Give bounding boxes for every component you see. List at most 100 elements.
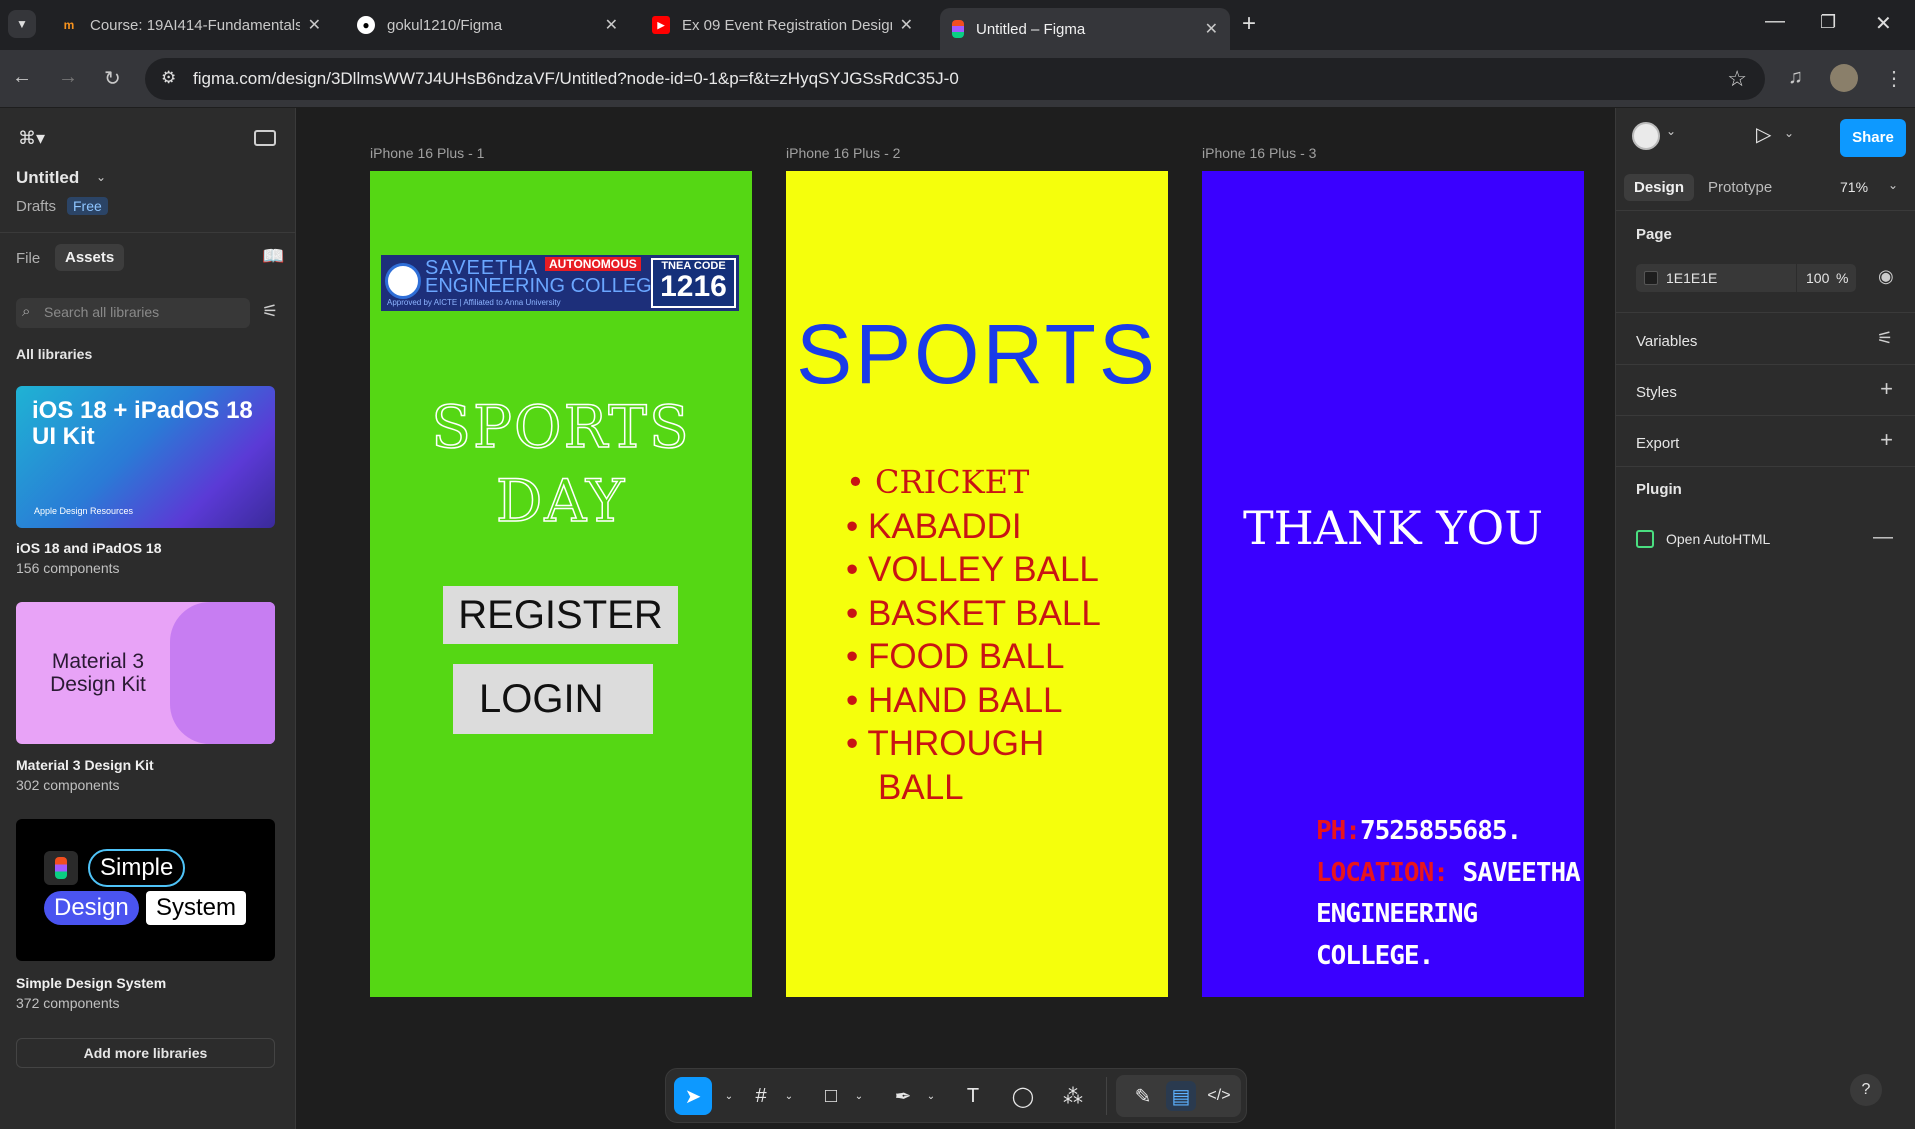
close-window-icon[interactable]: ✕ bbox=[1875, 11, 1892, 36]
page-color-swatch[interactable] bbox=[1644, 271, 1658, 285]
page-color-field[interactable]: 1E1E1E 100 % bbox=[1636, 264, 1856, 292]
tab-design[interactable]: Design bbox=[1624, 174, 1695, 201]
file-name[interactable]: Untitled bbox=[16, 168, 79, 188]
drafts-label[interactable]: Drafts bbox=[16, 198, 56, 215]
frame-label[interactable]: iPhone 16 Plus - 3 bbox=[1202, 145, 1316, 161]
bookmark-star-icon[interactable]: ☆ bbox=[1727, 66, 1747, 92]
library-book-icon[interactable]: 📖 bbox=[262, 246, 284, 267]
library-name[interactable]: iOS 18 and iPadOS 18 bbox=[16, 540, 162, 556]
pen-tool-chevron-icon[interactable]: ⌄ bbox=[916, 1081, 946, 1111]
shape-tool-chevron-icon[interactable]: ⌄ bbox=[844, 1081, 874, 1111]
search-input[interactable]: ⌕ Search all libraries bbox=[16, 298, 250, 328]
plugin-section-label: Plugin bbox=[1636, 481, 1682, 498]
browser-tab-course[interactable]: m Course: 19AI414-Fundamentals ✕ bbox=[48, 8, 333, 42]
remove-plugin-icon[interactable]: — bbox=[1873, 526, 1893, 549]
library-card-simple[interactable]: Simple Design System bbox=[16, 819, 275, 961]
pen-tool-icon[interactable]: ✒ bbox=[888, 1081, 918, 1111]
add-more-libraries-button[interactable]: Add more libraries bbox=[16, 1038, 275, 1068]
library-card-title: Material 3 Design Kit bbox=[50, 650, 146, 697]
design-canvas[interactable]: iPhone 16 Plus - 1 SAVEETHA ENGINEERING … bbox=[297, 108, 1615, 1129]
zoom-chevron-icon[interactable]: ⌄ bbox=[1888, 178, 1898, 192]
left-panel: ⌘▾ Untitled ⌄ Drafts Free File Assets 📖 … bbox=[0, 108, 296, 1129]
close-tab-icon[interactable]: ✕ bbox=[900, 15, 913, 35]
location-line-2: ENGINEERING COLLEGE. bbox=[1316, 899, 1478, 971]
export-label[interactable]: Export bbox=[1636, 435, 1679, 452]
all-libraries-heading: All libraries bbox=[16, 346, 93, 362]
frame-iphone-2[interactable]: SPORTS • CRICKET • KABADDI • VOLLEY BALL… bbox=[786, 171, 1168, 997]
page-section-label: Page bbox=[1636, 226, 1672, 243]
draw-mode-icon[interactable]: ✎ bbox=[1128, 1081, 1158, 1111]
tab-list-chevron-icon[interactable]: ▼ bbox=[8, 10, 36, 38]
close-tab-icon[interactable]: ✕ bbox=[1205, 19, 1218, 39]
actions-tool-icon[interactable]: ⁂ bbox=[1058, 1081, 1088, 1111]
browser-tab-github[interactable]: ● gokul1210/Figma ✕ bbox=[345, 8, 630, 42]
figma-menu-icon[interactable]: ⌘▾ bbox=[18, 128, 45, 149]
page-opacity-divider bbox=[1796, 264, 1797, 292]
login-button[interactable]: LOGIN bbox=[453, 664, 653, 734]
material-shape bbox=[170, 602, 275, 744]
sports-title: SPORTS bbox=[796, 307, 1158, 401]
minimize-window-icon[interactable]: — bbox=[1765, 10, 1785, 33]
dev-mode-icon[interactable]: </> bbox=[1204, 1081, 1234, 1111]
library-filter-icon[interactable]: ⚟ bbox=[262, 301, 278, 322]
back-arrow-icon[interactable]: ← bbox=[12, 66, 32, 89]
divider bbox=[1616, 210, 1915, 211]
sidebar-toggle-icon[interactable] bbox=[254, 130, 276, 146]
variables-label[interactable]: Variables bbox=[1636, 333, 1697, 350]
rectangle-tool-icon[interactable]: □ bbox=[816, 1081, 846, 1111]
new-tab-button[interactable]: + bbox=[1242, 10, 1256, 38]
present-play-icon[interactable]: ▷ bbox=[1756, 122, 1771, 147]
avatar-chevron-icon[interactable]: ⌄ bbox=[1666, 124, 1676, 138]
file-menu-chevron-icon[interactable]: ⌄ bbox=[96, 170, 106, 184]
present-chevron-icon[interactable]: ⌄ bbox=[1784, 126, 1794, 140]
browser-tab-figma[interactable]: Untitled – Figma ✕ bbox=[940, 8, 1230, 50]
restore-window-icon[interactable]: ❐ bbox=[1820, 12, 1836, 33]
user-avatar[interactable] bbox=[1632, 122, 1660, 150]
tab-assets[interactable]: Assets bbox=[55, 244, 125, 271]
zoom-level[interactable]: 71% bbox=[1840, 179, 1868, 195]
site-settings-icon[interactable]: ⚙ bbox=[161, 68, 176, 88]
close-tab-icon[interactable]: ✕ bbox=[605, 15, 618, 35]
url-field[interactable]: ⚙ figma.com/design/3DllmsWW7J4UHsB6ndzaV… bbox=[145, 58, 1765, 100]
frame-label[interactable]: iPhone 16 Plus - 2 bbox=[786, 145, 900, 161]
frame-tool-icon[interactable]: # bbox=[746, 1081, 776, 1111]
tnea-box: TNEA CODE 1216 bbox=[651, 258, 736, 308]
library-card-ios[interactable]: iOS 18 + iPadOS 18 UI Kit Apple Design R… bbox=[16, 386, 275, 528]
register-button[interactable]: REGISTER bbox=[443, 586, 678, 644]
close-tab-icon[interactable]: ✕ bbox=[308, 15, 321, 35]
text-tool-icon[interactable]: T bbox=[958, 1081, 988, 1111]
moodle-icon: m bbox=[63, 18, 75, 32]
media-control-icon[interactable]: ♫ bbox=[1788, 66, 1803, 89]
library-name[interactable]: Simple Design System bbox=[16, 975, 166, 991]
divider bbox=[1616, 364, 1915, 365]
browser-tab-youtube[interactable]: ▶ Ex 09 Event Registration Design ✕ bbox=[640, 8, 925, 42]
profile-avatar[interactable] bbox=[1830, 64, 1858, 92]
move-tool-chevron-icon[interactable]: ⌄ bbox=[714, 1081, 744, 1111]
forward-arrow-icon[interactable]: → bbox=[58, 66, 78, 89]
comment-tool-icon[interactable]: ◯ bbox=[1008, 1081, 1038, 1111]
library-count: 372 components bbox=[16, 995, 120, 1011]
help-icon[interactable]: ? bbox=[1850, 1074, 1882, 1106]
visibility-eye-icon[interactable]: ◉ bbox=[1878, 266, 1894, 287]
frame-label[interactable]: iPhone 16 Plus - 1 bbox=[370, 145, 484, 161]
styles-label[interactable]: Styles bbox=[1636, 384, 1677, 401]
frame-tool-chevron-icon[interactable]: ⌄ bbox=[774, 1081, 804, 1111]
plugin-name[interactable]: Open AutoHTML bbox=[1666, 531, 1770, 547]
frame-iphone-1[interactable]: SAVEETHA ENGINEERING COLLEGE AUTONOMOUS … bbox=[370, 171, 752, 997]
list-item: • HAND BALL bbox=[846, 680, 1063, 720]
move-tool-icon[interactable]: ➤ bbox=[674, 1077, 712, 1115]
tab-file[interactable]: File bbox=[16, 250, 40, 267]
add-style-icon[interactable]: + bbox=[1880, 376, 1893, 402]
tab-prototype[interactable]: Prototype bbox=[1708, 179, 1772, 196]
library-card-material[interactable]: Material 3 Design Kit bbox=[16, 602, 275, 744]
design-mode-icon[interactable]: ▤ bbox=[1166, 1081, 1196, 1111]
list-item: • CRICKET bbox=[846, 463, 1030, 501]
logo-college-name-2: ENGINEERING COLLEGE bbox=[425, 275, 666, 297]
reload-icon[interactable]: ↻ bbox=[104, 66, 121, 91]
add-export-icon[interactable]: + bbox=[1880, 427, 1893, 453]
frame-iphone-3[interactable]: THANK YOU PH:7525855685. LOCATION: SAVEE… bbox=[1202, 171, 1584, 997]
library-name[interactable]: Material 3 Design Kit bbox=[16, 757, 154, 773]
browser-menu-icon[interactable]: ⋮ bbox=[1884, 66, 1904, 91]
share-button[interactable]: Share bbox=[1840, 119, 1906, 157]
variables-settings-icon[interactable]: ⚟ bbox=[1877, 328, 1893, 349]
